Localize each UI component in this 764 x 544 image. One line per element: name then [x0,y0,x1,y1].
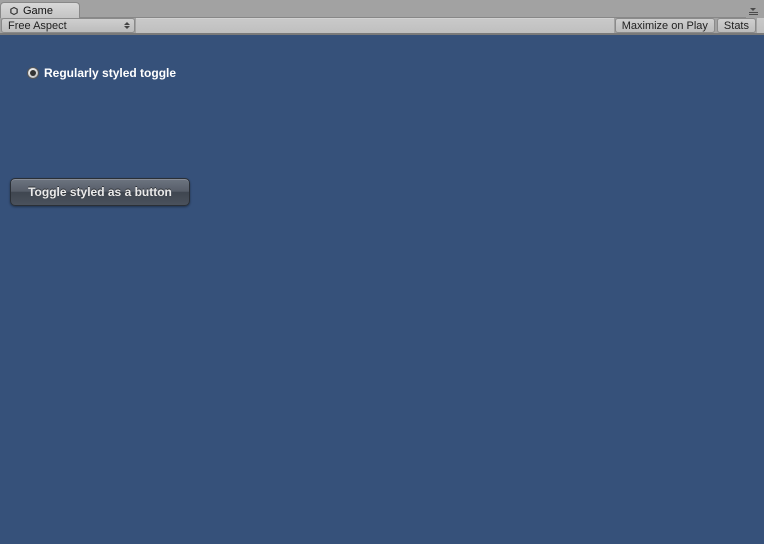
unity-icon [9,6,19,16]
aspect-dropdown[interactable]: Free Aspect [1,18,135,33]
toolbar-end [757,18,764,33]
tab-bar-spacer [80,17,746,18]
game-viewport: Regularly styled toggle Toggle styled as… [0,34,764,544]
stats-label: Stats [724,20,749,32]
regular-toggle[interactable]: Regularly styled toggle [27,66,176,80]
game-toolbar: Free Aspect Maximize on Play Stats [0,18,764,34]
toolbar-spacer [136,18,614,33]
tab-bar: Game [0,0,764,18]
aspect-dropdown-label: Free Aspect [8,20,67,32]
stats-button[interactable]: Stats [717,18,756,33]
button-style-toggle[interactable]: Toggle styled as a button [10,178,190,206]
toggle-radio-icon[interactable] [27,67,39,79]
maximize-on-play-button[interactable]: Maximize on Play [615,18,715,33]
tab-game[interactable]: Game [0,2,80,18]
panel-menu-icon[interactable] [746,8,760,18]
updown-icon [124,22,130,29]
tab-label: Game [23,5,53,17]
regular-toggle-label: Regularly styled toggle [44,66,176,80]
maximize-label: Maximize on Play [622,20,708,32]
game-window: Game Free Aspect Maximize on Play Stats [0,0,764,544]
button-toggle-label: Toggle styled as a button [28,185,172,199]
